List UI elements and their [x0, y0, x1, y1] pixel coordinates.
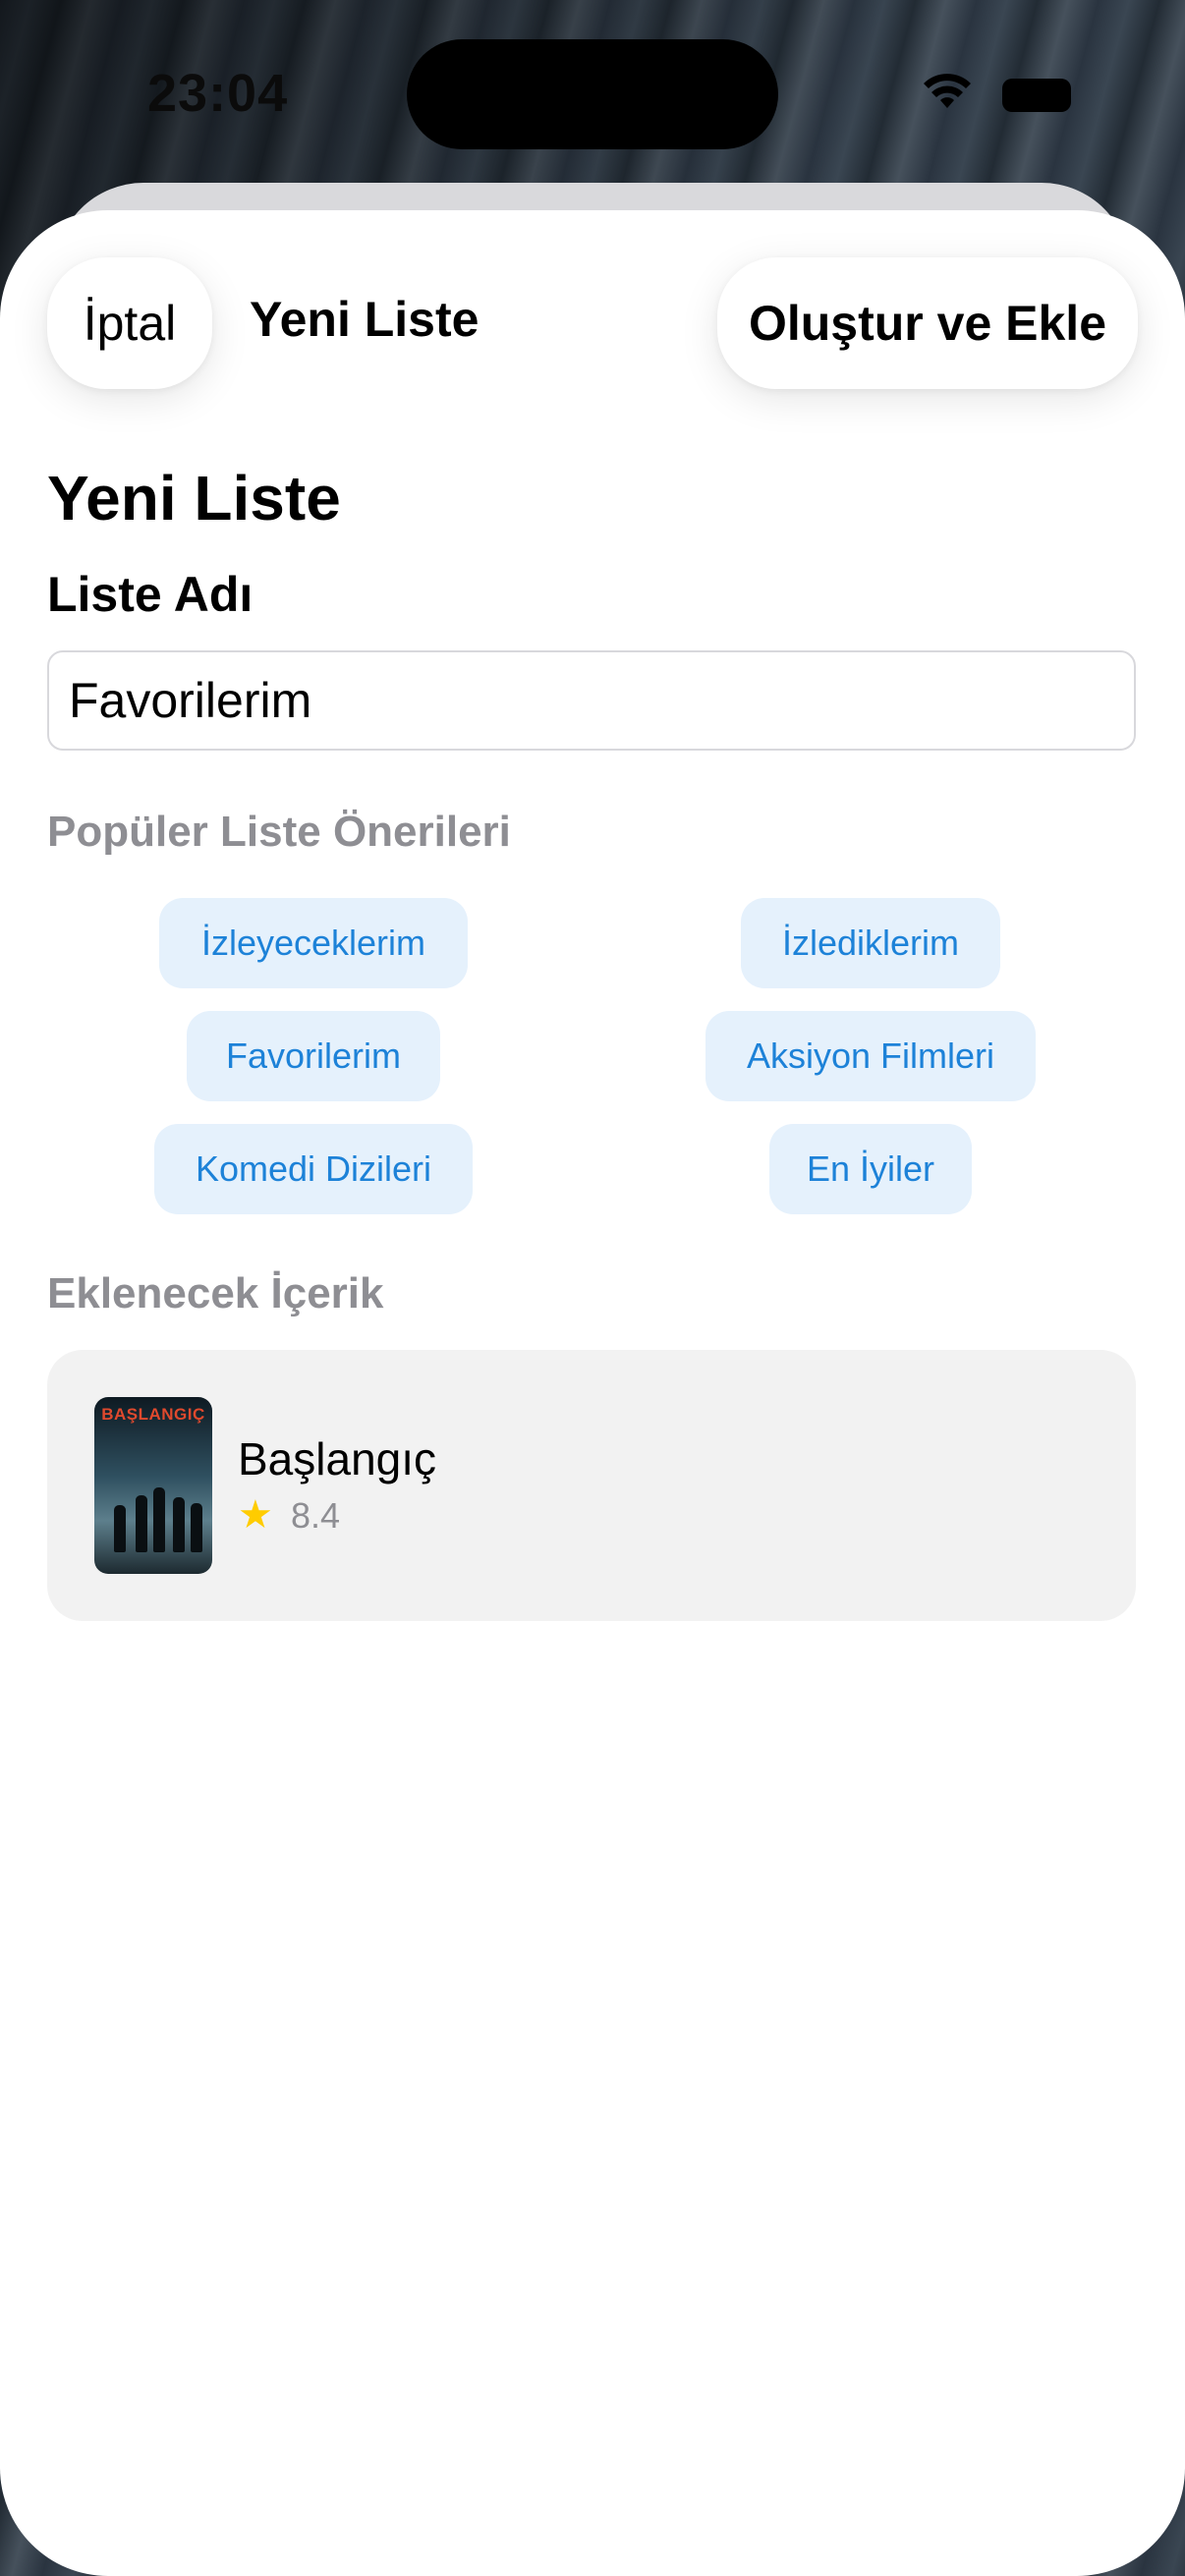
suggestion-chip[interactable]: En İyiler — [769, 1124, 972, 1214]
list-name-input[interactable] — [47, 650, 1136, 751]
dynamic-island — [407, 39, 778, 149]
poster-figure — [114, 1505, 126, 1552]
movie-title: Başlangıç — [238, 1433, 437, 1484]
wifi-icon — [924, 74, 971, 108]
suggestion-chip[interactable]: Favorilerim — [187, 1011, 440, 1101]
status-bar: 23:04 — [0, 0, 1185, 187]
page-title: Yeni Liste — [47, 463, 341, 533]
nav-title: Yeni Liste — [250, 292, 480, 347]
suggestion-chip[interactable]: İzlediklerim — [741, 898, 1000, 988]
content-heading: Eklenecek İçerik — [47, 1269, 384, 1317]
create-and-add-button[interactable]: Oluştur ve Ekle — [717, 257, 1138, 389]
poster-figure — [191, 1503, 202, 1552]
battery-icon — [1002, 79, 1071, 112]
list-name-label: Liste Adı — [47, 567, 254, 622]
star-icon: ★ — [238, 1493, 273, 1537]
poster-figure — [153, 1487, 165, 1552]
movie-poster: BAŞLANGIÇ — [94, 1397, 212, 1574]
cancel-button[interactable]: İptal — [47, 257, 212, 389]
poster-figure — [136, 1495, 147, 1552]
suggestion-chip[interactable]: İzleyeceklerim — [159, 898, 468, 988]
status-time: 23:04 — [147, 64, 289, 123]
suggestion-chip[interactable]: Aksiyon Filmleri — [705, 1011, 1036, 1101]
poster-title-text: BAŞLANGIÇ — [101, 1405, 205, 1424]
movie-rating: 8.4 — [291, 1495, 341, 1536]
poster-figure — [173, 1497, 185, 1552]
suggestions-heading: Popüler Liste Önerileri — [47, 808, 511, 856]
suggestion-chip[interactable]: Komedi Dizileri — [154, 1124, 473, 1214]
